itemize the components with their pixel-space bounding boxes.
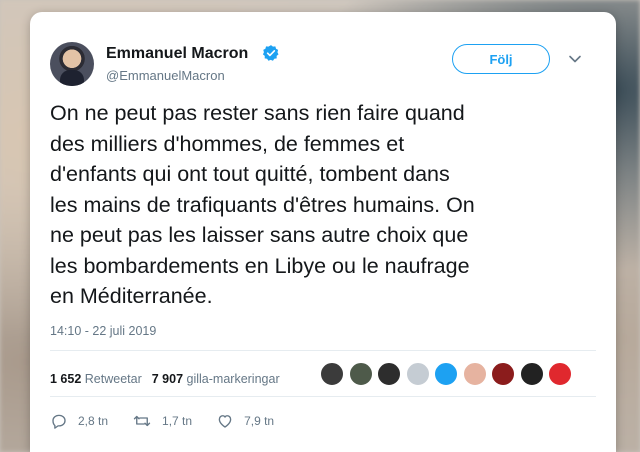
tweet-line: ne peut pas les laisser sans autre choix… [50,223,469,247]
retweet-icon [133,415,151,427]
likes-label: gilla-markeringar [186,372,280,386]
retweet-button[interactable]: 1,7 tn [132,412,192,430]
user-avatar-icon[interactable] [320,362,344,386]
like-button[interactable]: 7,9 tn [216,412,274,430]
tweet-card: Emmanuel Macron @EmmanuelMacron Följ On … [30,12,616,452]
reply-button[interactable]: 2,8 tn [50,412,108,430]
tweet-line: les bombardements en Libye ou le naufrag… [50,253,470,278]
user-avatar-icon[interactable] [377,362,401,386]
retweets-label: Retweetar [84,372,142,386]
heart-icon [218,415,232,428]
tweet-line: d'enfants qui ont tout quitté, tombent d… [50,162,450,186]
tweet-timestamp[interactable]: 14:10 - 22 juli 2019 [50,324,156,338]
user-avatar-icon[interactable] [548,362,572,386]
avatar[interactable] [50,42,94,86]
verified-badge-icon [262,45,279,61]
user-avatar-icon[interactable] [348,362,373,386]
retweets-stat[interactable]: 1 652 Retweetar [50,372,142,386]
user-avatar-icon[interactable] [491,362,515,386]
tweet-line: en Méditerranée. [50,284,213,308]
chevron-down-icon[interactable] [568,52,582,66]
author-name[interactable]: Emmanuel Macron [106,45,248,63]
action-bar: 2,8 tn 1,7 tn 7,9 tn [50,412,298,430]
tweet-line: les mains de trafiquants d'êtres humains… [50,192,475,217]
engagement-stats: 1 652 Retweetar 7 907 gilla-markeringar [50,372,280,386]
follow-button[interactable]: Följ [452,44,550,74]
default-avatar-icon[interactable] [405,362,430,386]
reply-icon [52,414,66,429]
likes-stat[interactable]: 7 907 gilla-markeringar [152,372,280,386]
likes-count: 7 907 [151,372,184,386]
tweet-text: On ne peut pas rester sans rien faire qu… [50,98,590,312]
retweet-count: 1,7 tn [162,414,193,428]
divider [50,396,596,397]
tweet-line: On ne peut pas rester sans rien faire qu… [50,101,465,125]
reply-count: 2,8 tn [78,414,109,428]
like-count: 7,9 tn [244,414,275,428]
divider [50,350,596,351]
author-handle[interactable]: @EmmanuelMacron [106,68,225,83]
tweet-line: des milliers d'hommes, de femmes et [50,131,405,156]
user-avatar-icon[interactable] [434,362,458,386]
liker-avatars [320,362,577,386]
user-avatar-icon[interactable] [462,362,487,386]
retweets-count: 1 652 [50,372,82,386]
user-avatar-icon[interactable] [519,362,544,386]
